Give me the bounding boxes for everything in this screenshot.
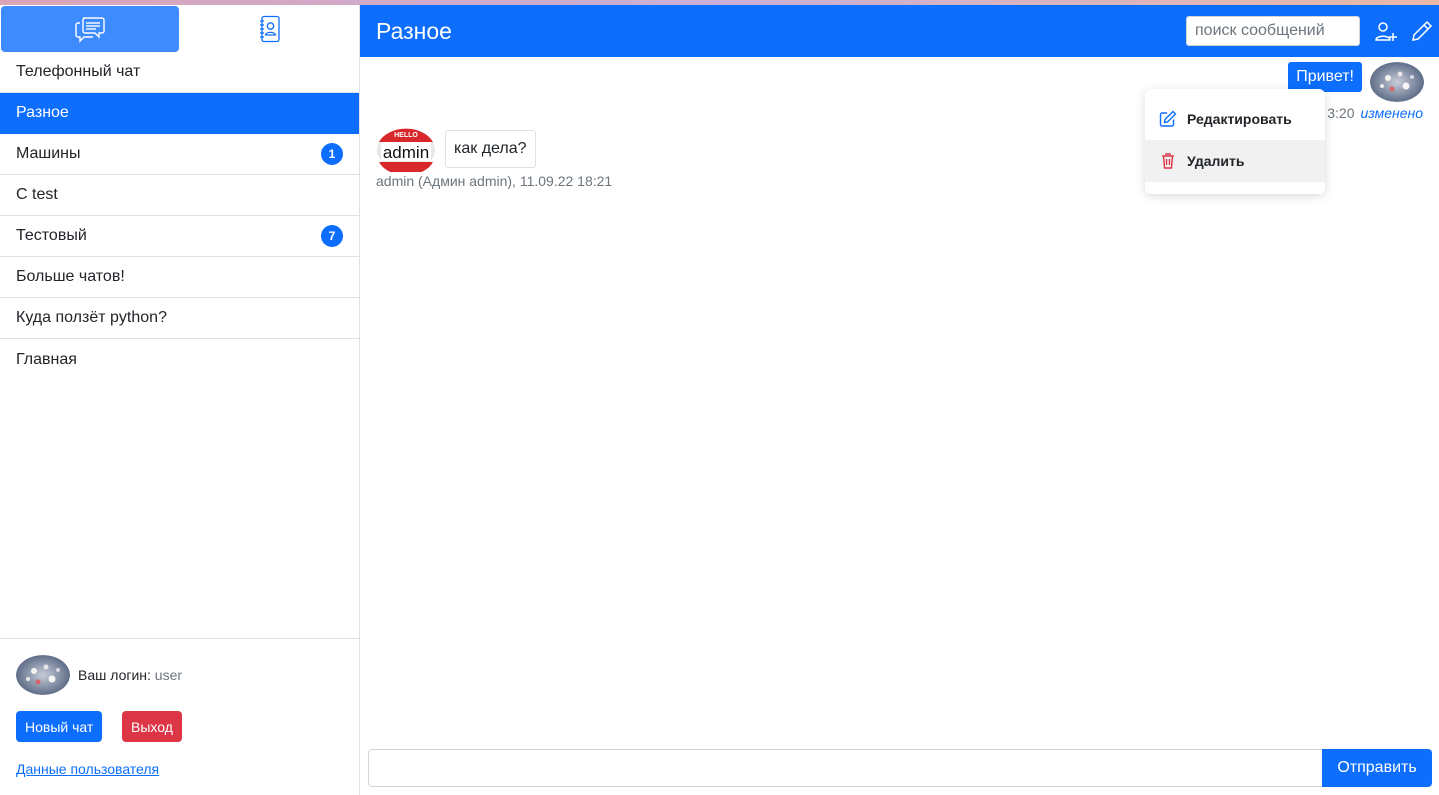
logout-button[interactable]: Выход: [122, 711, 182, 742]
unread-badge: 1: [321, 143, 343, 165]
avatar: [16, 655, 70, 695]
sidebar-tabs: [0, 5, 359, 52]
message-context-menu: Редактировать Удалить: [1145, 89, 1325, 194]
user-data-link[interactable]: Данные пользователя: [16, 761, 159, 777]
chat-item-label: Куда ползёт python?: [16, 309, 167, 327]
chat-header: Разное: [360, 5, 1439, 57]
unread-badge: 7: [321, 225, 343, 247]
trash-icon: [1159, 152, 1177, 170]
sidebar-footer: Ваш логин: user Новый чат Выход Данные п…: [0, 638, 359, 795]
other-message-meta: admin (Админ admin), 11.09.22 18:21: [376, 173, 612, 189]
send-button[interactable]: Отправить: [1322, 749, 1432, 787]
chat-item-c-test[interactable]: C test: [0, 175, 359, 216]
chat-list: Телефонный чат Разное Машины 1 C test Те…: [0, 52, 359, 380]
edit-square-icon: [1159, 110, 1177, 128]
pencil-icon[interactable]: [1410, 19, 1434, 43]
sidebar: Телефонный чат Разное Машины 1 C test Те…: [0, 5, 360, 795]
menu-item-label: Редактировать: [1187, 111, 1292, 127]
avatar-hello-text: HELLO: [394, 132, 418, 139]
menu-item-label: Удалить: [1187, 153, 1244, 169]
chat-item-cars[interactable]: Машины 1: [0, 134, 359, 175]
messenger-app: Телефонный чат Разное Машины 1 C test Те…: [0, 5, 1439, 795]
edit-message-menu-item[interactable]: Редактировать: [1145, 98, 1325, 140]
chat-title: Разное: [376, 18, 452, 45]
avatar: [1370, 62, 1424, 102]
tab-contacts[interactable]: [181, 6, 359, 52]
chat-item-test[interactable]: Тестовый 7: [0, 216, 359, 257]
chat-panel: Разное Привет! 3:20изме: [360, 5, 1439, 795]
delete-message-menu-item[interactable]: Удалить: [1145, 140, 1325, 182]
avatar: HELLO admin: [376, 128, 436, 172]
contacts-book-icon: [258, 15, 282, 43]
chat-item-main[interactable]: Главная: [0, 339, 359, 380]
chat-item-label: Разное: [16, 104, 69, 122]
new-chat-button[interactable]: Новый чат: [16, 711, 102, 742]
chat-item-label: C test: [16, 186, 58, 204]
other-message-bubble[interactable]: как дела?: [445, 130, 536, 168]
tab-chats[interactable]: [1, 6, 179, 52]
chat-item-label: Телефонный чат: [16, 63, 140, 81]
avatar-name-text: admin: [383, 143, 429, 162]
chat-item-label: Главная: [16, 351, 77, 369]
login-label: Ваш логин: user: [78, 667, 182, 683]
chat-item-label: Больше чатов!: [16, 268, 125, 286]
person-plus-icon[interactable]: [1374, 19, 1398, 43]
message-time: 3:20: [1327, 105, 1354, 121]
own-message-bubble[interactable]: Привет!: [1288, 62, 1362, 92]
chat-item-label: Тестовый: [16, 227, 87, 245]
chat-item-more-chats[interactable]: Больше чатов!: [0, 257, 359, 298]
chat-item-misc[interactable]: Разное: [0, 93, 359, 134]
edited-label: изменено: [1360, 105, 1423, 121]
chat-item-label: Машины: [16, 145, 81, 163]
current-user: Ваш логин: user: [16, 655, 182, 695]
chat-item-phone-chat[interactable]: Телефонный чат: [0, 52, 359, 93]
own-message-meta: 3:20 изменено: [1327, 105, 1423, 121]
login-value: user: [155, 667, 182, 683]
message-input[interactable]: [368, 749, 1323, 787]
chat-item-python[interactable]: Куда ползёт python?: [0, 298, 359, 339]
message-search-input[interactable]: [1186, 16, 1360, 46]
chat-dots-icon: [74, 15, 106, 43]
